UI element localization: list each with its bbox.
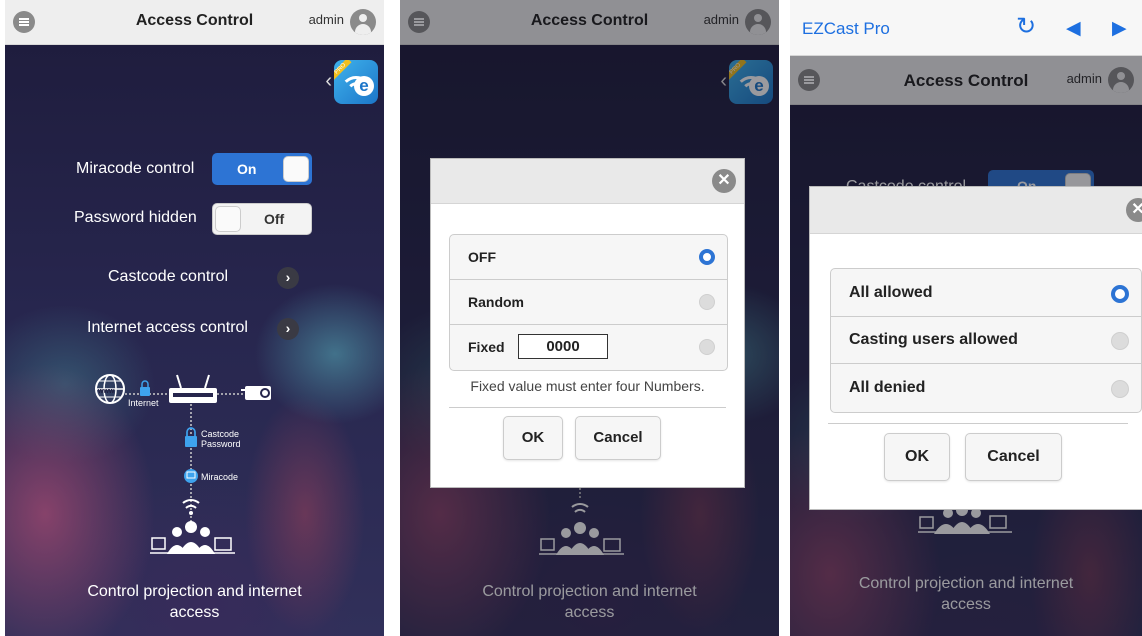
ezcast-logo-icon[interactable]: PRO e (334, 60, 378, 104)
option-all-denied[interactable]: All denied (831, 364, 1141, 412)
cancel-button[interactable]: Cancel (965, 433, 1062, 481)
app-name: EZCast Pro (802, 19, 890, 38)
password-hidden-label: Password hidden (74, 209, 197, 226)
panel-access-control: Access Control admin ‹ PRO e Miracode co… (5, 0, 384, 636)
user-avatar-icon[interactable] (350, 9, 376, 35)
option-label: Fixed (468, 339, 505, 355)
panel-internet-dialog: EZCast Pro ↻ ◀ ▶ Access Control admin Ca… (790, 0, 1142, 636)
radio-unselected[interactable] (1111, 332, 1129, 350)
option-off[interactable]: OFF (450, 235, 727, 280)
radio-selected[interactable] (1111, 285, 1129, 303)
caption-line: access (169, 604, 220, 621)
toggle-knob (283, 156, 309, 182)
internet-access-link[interactable]: Internet access control (87, 319, 248, 337)
close-icon[interactable]: ✕ (712, 169, 736, 193)
radio-selected[interactable] (699, 249, 715, 265)
option-label: All allowed (849, 284, 933, 301)
radio-unselected[interactable] (1111, 380, 1129, 398)
close-icon[interactable]: ✕ (1126, 198, 1142, 222)
e-letter-icon: e (354, 76, 374, 96)
toggle-state: Off (264, 211, 285, 227)
miracode-label: Miracode control (76, 160, 195, 177)
password-hidden-toggle[interactable]: Off (212, 203, 312, 235)
background (5, 44, 384, 636)
option-label: All denied (849, 379, 926, 396)
option-casting-users[interactable]: Casting users allowed (831, 317, 1141, 364)
ok-button[interactable]: OK (503, 416, 563, 460)
internet-options: All allowed Casting users allowed All de… (830, 268, 1142, 413)
back-arrow-icon[interactable]: ◀ (1066, 17, 1081, 40)
caption-line: Control projection and internet (87, 583, 302, 600)
option-random[interactable]: Random (450, 280, 727, 325)
toggle-state: On (237, 161, 257, 177)
option-label: OFF (468, 249, 496, 265)
divider (449, 407, 726, 408)
cancel-button[interactable]: Cancel (575, 416, 661, 460)
option-all-allowed[interactable]: All allowed (831, 269, 1141, 317)
radio-unselected[interactable] (699, 339, 715, 355)
option-label: Casting users allowed (849, 331, 1018, 348)
castcode-dialog: ✕ OFF Random Fixed 0000 Fixed value must… (430, 158, 745, 488)
header: Access Control admin (5, 0, 384, 45)
fixed-hint: Fixed value must enter four Numbers. (470, 378, 705, 394)
chevron-right-icon[interactable]: › (277, 318, 299, 340)
panel-castcode-dialog: Access Control admin ‹ PRO e Control pro… (400, 0, 779, 636)
chevron-left-icon[interactable]: ‹ (325, 70, 332, 93)
option-fixed[interactable]: Fixed 0000 (450, 325, 727, 370)
option-label: Random (468, 294, 524, 310)
dialog-header: ✕ (431, 159, 744, 204)
internet-access-dialog: ✕ All allowed Casting users allowed All … (809, 186, 1142, 510)
divider (828, 423, 1128, 424)
forward-arrow-icon[interactable]: ▶ (1112, 17, 1127, 40)
toggle-knob (215, 206, 241, 232)
caption: Control projection and internet access (5, 581, 384, 623)
castcode-control-link[interactable]: Castcode control (108, 268, 228, 286)
chevron-right-icon[interactable]: › (277, 267, 299, 289)
dialog-header: ✕ (810, 187, 1142, 234)
ok-button[interactable]: OK (884, 433, 950, 481)
user-name: admin (308, 12, 344, 27)
refresh-icon[interactable]: ↻ (1016, 12, 1036, 41)
radio-unselected[interactable] (699, 294, 715, 310)
castcode-options: OFF Random Fixed 0000 (449, 234, 728, 371)
miracode-toggle[interactable]: On (212, 153, 312, 185)
fixed-value-input[interactable]: 0000 (518, 334, 608, 359)
browser-toolbar: EZCast Pro ↻ ◀ ▶ (790, 0, 1142, 56)
